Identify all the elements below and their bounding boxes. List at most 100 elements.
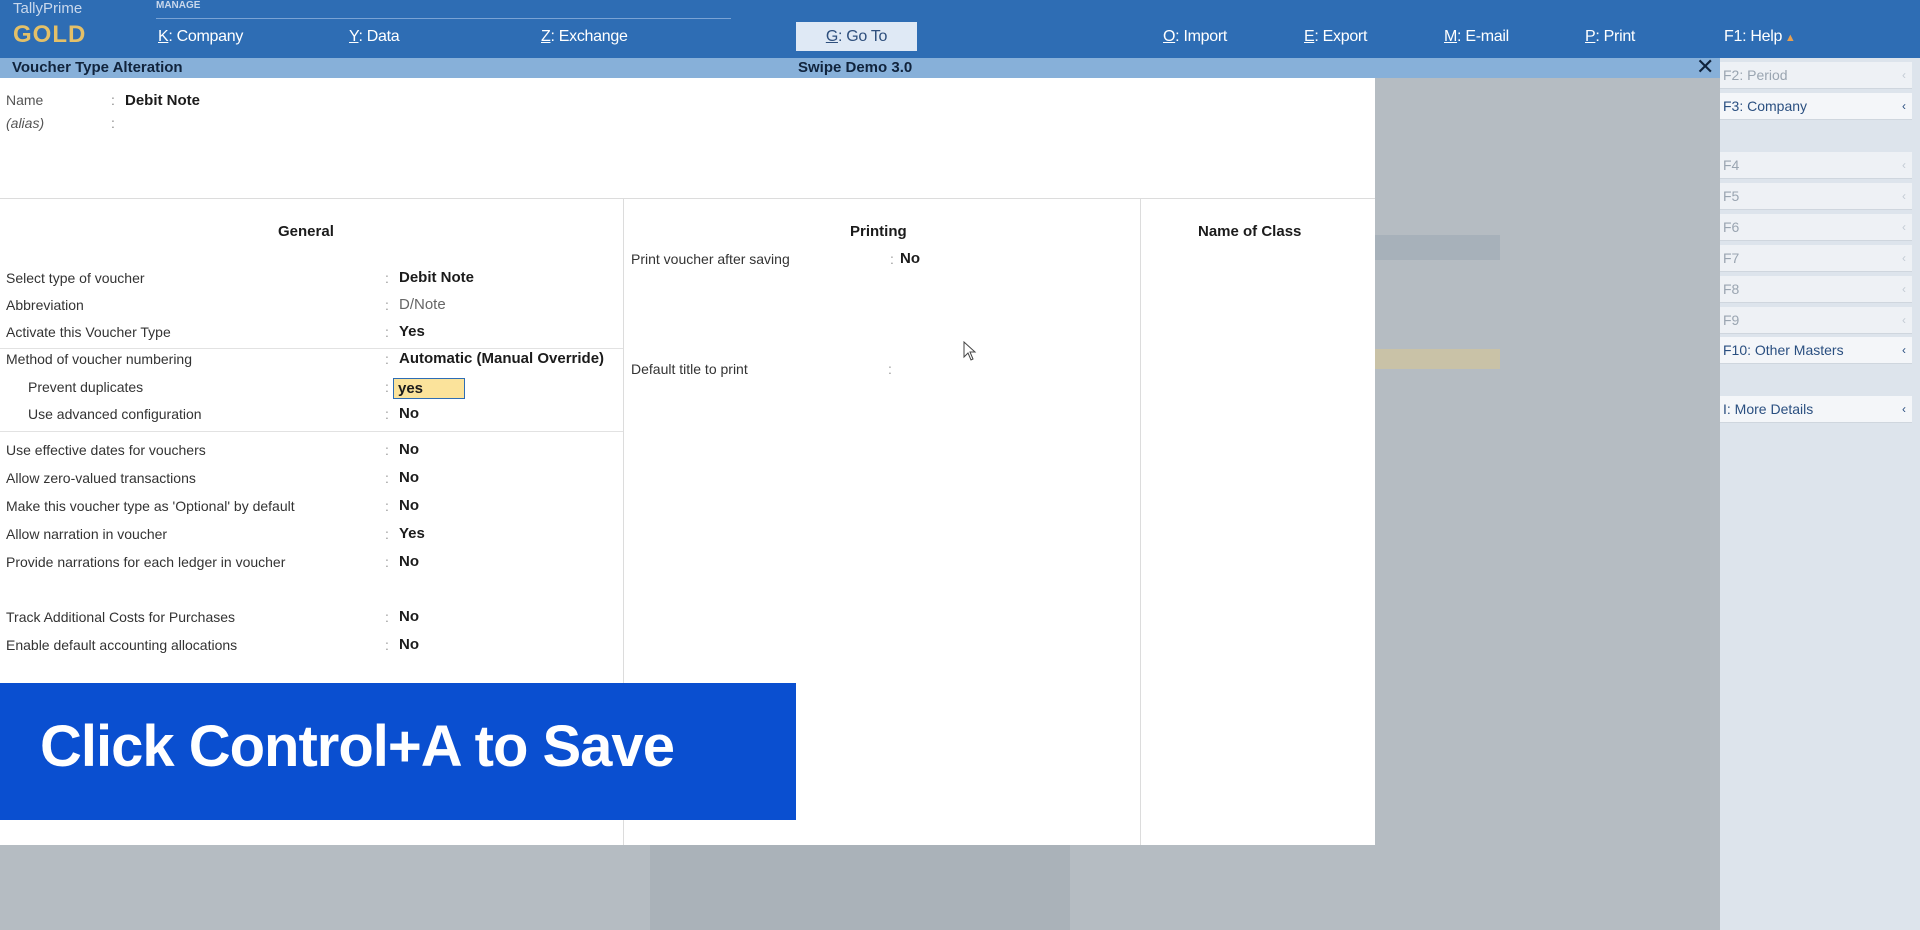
menu-exchange[interactable]: Z: Exchange [541, 28, 628, 46]
f7-button[interactable]: F7 ‹ [1720, 245, 1912, 272]
f8-button[interactable]: F8 ‹ [1720, 276, 1912, 303]
background-stripe [1375, 235, 1500, 260]
f6-button[interactable]: F6 ‹ [1720, 214, 1912, 241]
manage-underline [156, 18, 731, 19]
colon: : [385, 526, 389, 542]
name-label: Name [6, 92, 44, 108]
colon: : [385, 442, 389, 458]
colon: : [890, 251, 894, 267]
instruction-banner: Click Control+A to Save [0, 683, 796, 820]
field-label: Abbreviation [6, 297, 84, 313]
colon: : [385, 609, 389, 625]
abbreviation-value[interactable]: D/Note [399, 296, 446, 313]
allow-narration-value[interactable]: Yes [399, 525, 425, 542]
chevron-left-icon: ‹ [1902, 158, 1906, 172]
field-label: Method of voucher numbering [6, 351, 192, 367]
activate-value[interactable]: Yes [399, 323, 425, 340]
menu-email[interactable]: M: E-mail [1444, 28, 1509, 46]
field-label: Enable default accounting allocations [6, 637, 238, 653]
colon: : [111, 92, 115, 108]
additional-costs-value[interactable]: No [399, 608, 419, 625]
field-label: Activate this Voucher Type [6, 324, 171, 340]
window-title: Voucher Type Alteration [12, 59, 183, 76]
menu-company[interactable]: K: Company [158, 28, 243, 46]
f4-button[interactable]: F4 ‹ [1720, 152, 1912, 179]
title-bar: Voucher Type Alteration Swipe Demo 3.0 [0, 58, 1720, 78]
app-brand: TallyPrime [13, 0, 83, 17]
f9-button[interactable]: F9 ‹ [1720, 307, 1912, 334]
field-label: Print voucher after saving [631, 251, 790, 267]
colon: : [385, 270, 389, 286]
default-title-value[interactable] [900, 360, 1080, 378]
other-masters-button[interactable]: F10: Other Masters ‹ [1720, 337, 1912, 364]
section-printing-title: Printing [850, 223, 907, 240]
f5-button[interactable]: F5 ‹ [1720, 183, 1912, 210]
colon: : [111, 115, 115, 131]
prevent-duplicates-input[interactable]: yes [393, 378, 465, 399]
menu-help[interactable]: F1: Help ▲ [1724, 28, 1796, 46]
app-edition: GOLD [13, 21, 87, 48]
field-label: Prevent duplicates [28, 379, 144, 395]
background-stripe [1375, 349, 1500, 369]
colon: : [385, 470, 389, 486]
colon: : [385, 324, 389, 340]
close-icon[interactable]: ✕ [1696, 56, 1714, 78]
field-label: Default title to print [631, 361, 748, 377]
row-divider [0, 431, 623, 432]
menu-import[interactable]: O: Import [1163, 28, 1227, 46]
name-field[interactable]: Debit Note [125, 92, 200, 109]
field-label: Provide narrations for each ledger in vo… [6, 554, 286, 570]
colon: : [385, 351, 389, 367]
help-alert-icon: ▲ [1782, 32, 1796, 44]
field-label: Use effective dates for vouchers [6, 442, 206, 458]
accounting-allocations-value[interactable]: No [399, 636, 419, 653]
chevron-left-icon: ‹ [1902, 189, 1906, 203]
menu-print[interactable]: P: Print [1585, 28, 1635, 46]
company-name: Swipe Demo 3.0 [798, 59, 913, 76]
chevron-left-icon: ‹ [1902, 68, 1906, 82]
field-label: Use advanced configuration [28, 406, 202, 422]
colon: : [385, 637, 389, 653]
chevron-left-icon: ‹ [1902, 313, 1906, 327]
chevron-left-icon: ‹ [1902, 251, 1906, 265]
section-class-title: Name of Class [1198, 223, 1302, 240]
print-after-saving-value[interactable]: No [900, 250, 920, 267]
alias-field[interactable] [125, 112, 325, 132]
manage-label: MANAGE [156, 0, 201, 11]
ledger-narration-value[interactable]: No [399, 553, 419, 570]
colon: : [385, 379, 389, 395]
colon: : [385, 498, 389, 514]
period-button[interactable]: F2: Period ‹ [1720, 62, 1912, 89]
advanced-config-value[interactable]: No [399, 405, 419, 422]
menu-export[interactable]: E: Export [1304, 28, 1367, 46]
company-button[interactable]: F3: Company ‹ [1720, 93, 1912, 120]
menu-data[interactable]: Y: Data [349, 28, 400, 46]
colon: : [385, 297, 389, 313]
numbering-method-value[interactable]: Automatic (Manual Override) [399, 350, 604, 367]
chevron-left-icon: ‹ [1902, 343, 1906, 357]
field-label: Allow narration in voucher [6, 526, 168, 542]
optional-default-value[interactable]: No [399, 497, 419, 514]
menu-goto[interactable]: G: Go To [796, 22, 917, 51]
colon: : [385, 554, 389, 570]
background-block [650, 845, 1070, 930]
mouse-pointer-icon [963, 340, 977, 367]
row-divider [0, 348, 623, 349]
divider [0, 198, 1375, 199]
zero-valued-value[interactable]: No [399, 469, 419, 486]
alias-label: (alias) [6, 115, 45, 131]
chevron-left-icon: ‹ [1902, 220, 1906, 234]
colon: : [888, 361, 892, 377]
field-label: Make this voucher type as 'Optional' by … [6, 498, 295, 514]
divider [1140, 199, 1141, 845]
voucher-type-value[interactable]: Debit Note [399, 269, 474, 286]
colon: : [385, 406, 389, 422]
banner-text: Click Control+A to Save [40, 714, 675, 779]
effective-dates-value[interactable]: No [399, 441, 419, 458]
field-label: Track Additional Costs for Purchases [6, 609, 236, 625]
chevron-left-icon: ‹ [1902, 282, 1906, 296]
chevron-left-icon: ‹ [1902, 99, 1906, 113]
chevron-left-icon: ‹ [1902, 402, 1906, 416]
more-details-button[interactable]: I: More Details ‹ [1720, 396, 1912, 423]
section-general-title: General [278, 223, 334, 240]
